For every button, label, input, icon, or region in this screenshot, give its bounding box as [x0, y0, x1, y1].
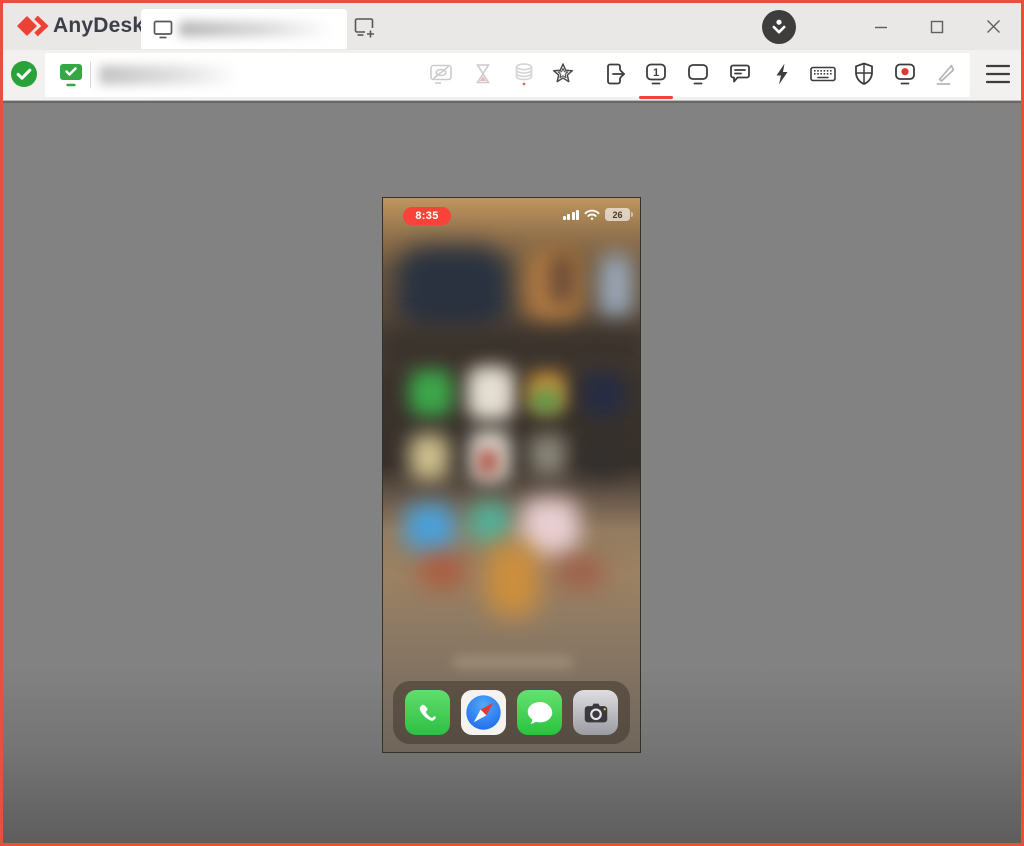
safari-compass-icon	[464, 693, 503, 732]
minimize-button[interactable]	[853, 3, 909, 50]
divider	[90, 62, 91, 88]
remote-iphone-screen[interactable]: 8:35 26	[383, 198, 640, 752]
new-session-button[interactable]	[349, 13, 379, 41]
user-chevron-down-icon	[768, 16, 790, 38]
anydesk-window: AnyDesk	[0, 0, 1024, 846]
whiteboard-button[interactable]	[930, 58, 962, 90]
screen-recording-button[interactable]	[889, 58, 921, 90]
window-controls	[853, 3, 1021, 50]
monitor-icon	[151, 17, 175, 41]
message-bubble-icon	[525, 698, 555, 728]
session-tab[interactable]	[141, 9, 347, 49]
monitor-1-button[interactable]: 1	[640, 58, 672, 90]
keyboard-button[interactable]	[807, 58, 839, 90]
camera-app-icon[interactable]	[573, 690, 618, 735]
green-check-circle-icon	[10, 60, 38, 88]
battery-icon: 26	[605, 208, 630, 221]
menu-button[interactable]	[982, 58, 1014, 90]
permissions-button[interactable]	[848, 58, 880, 90]
status-bar-right: 26	[563, 208, 631, 221]
safari-app-icon[interactable]	[461, 690, 506, 735]
phone-glyph-icon	[414, 699, 442, 727]
remote-viewport[interactable]: 8:35 26	[3, 101, 1021, 843]
session-history-button[interactable]	[467, 58, 499, 90]
favorites-button[interactable]	[547, 58, 579, 90]
cellular-signal-icon	[563, 210, 580, 220]
close-button[interactable]	[965, 3, 1021, 50]
record-monitor-icon	[891, 60, 919, 88]
fullscreen-monitor-button[interactable]	[682, 58, 714, 90]
pen-icon	[932, 60, 960, 88]
privacy-monitor-eye-icon	[427, 60, 455, 88]
monitor-1-icon: 1	[642, 60, 670, 88]
blurred-home-screen-wallpaper	[383, 198, 640, 752]
user-menu-button[interactable]	[762, 10, 796, 44]
exit-arrow-icon	[602, 60, 630, 88]
file-transfer-button[interactable]	[508, 58, 540, 90]
hamburger-menu-icon	[985, 63, 1011, 85]
actions-button[interactable]	[600, 58, 632, 90]
privacy-mode-button[interactable]	[425, 58, 457, 90]
monitor-plus-icon	[351, 14, 377, 40]
anydesk-logo-icon	[14, 11, 50, 41]
close-icon	[986, 19, 1001, 34]
minimize-icon	[874, 20, 888, 34]
active-tab-underline	[639, 96, 673, 99]
app-title: AnyDesk	[53, 14, 144, 38]
redacted-session-title	[179, 21, 331, 37]
toolbar: 1	[3, 50, 1021, 101]
maximize-icon	[930, 20, 944, 34]
hourglass-icon	[469, 60, 497, 88]
status-time-pill: 8:35	[403, 207, 451, 225]
titlebar: AnyDesk	[3, 3, 1021, 50]
battery-percent: 26	[612, 210, 622, 220]
svg-text:1: 1	[653, 67, 659, 79]
phone-app-icon[interactable]	[405, 690, 450, 735]
wifi-icon	[584, 209, 600, 221]
shortcuts-button[interactable]	[766, 58, 798, 90]
chat-button[interactable]	[724, 58, 756, 90]
messages-app-icon[interactable]	[517, 690, 562, 735]
star-icon	[549, 60, 577, 88]
database-icon	[510, 60, 538, 88]
ios-dock	[393, 681, 630, 744]
shield-icon	[850, 60, 878, 88]
redacted-session-address	[99, 65, 239, 85]
camera-glyph-icon	[581, 698, 611, 728]
monitor-icon	[684, 60, 712, 88]
maximize-button[interactable]	[909, 3, 965, 50]
status-time: 8:35	[415, 210, 438, 222]
chat-bubble-icon	[726, 60, 754, 88]
monitor-check-green-icon	[58, 62, 84, 88]
keyboard-icon	[808, 59, 838, 89]
lightning-bolt-icon	[768, 60, 796, 88]
